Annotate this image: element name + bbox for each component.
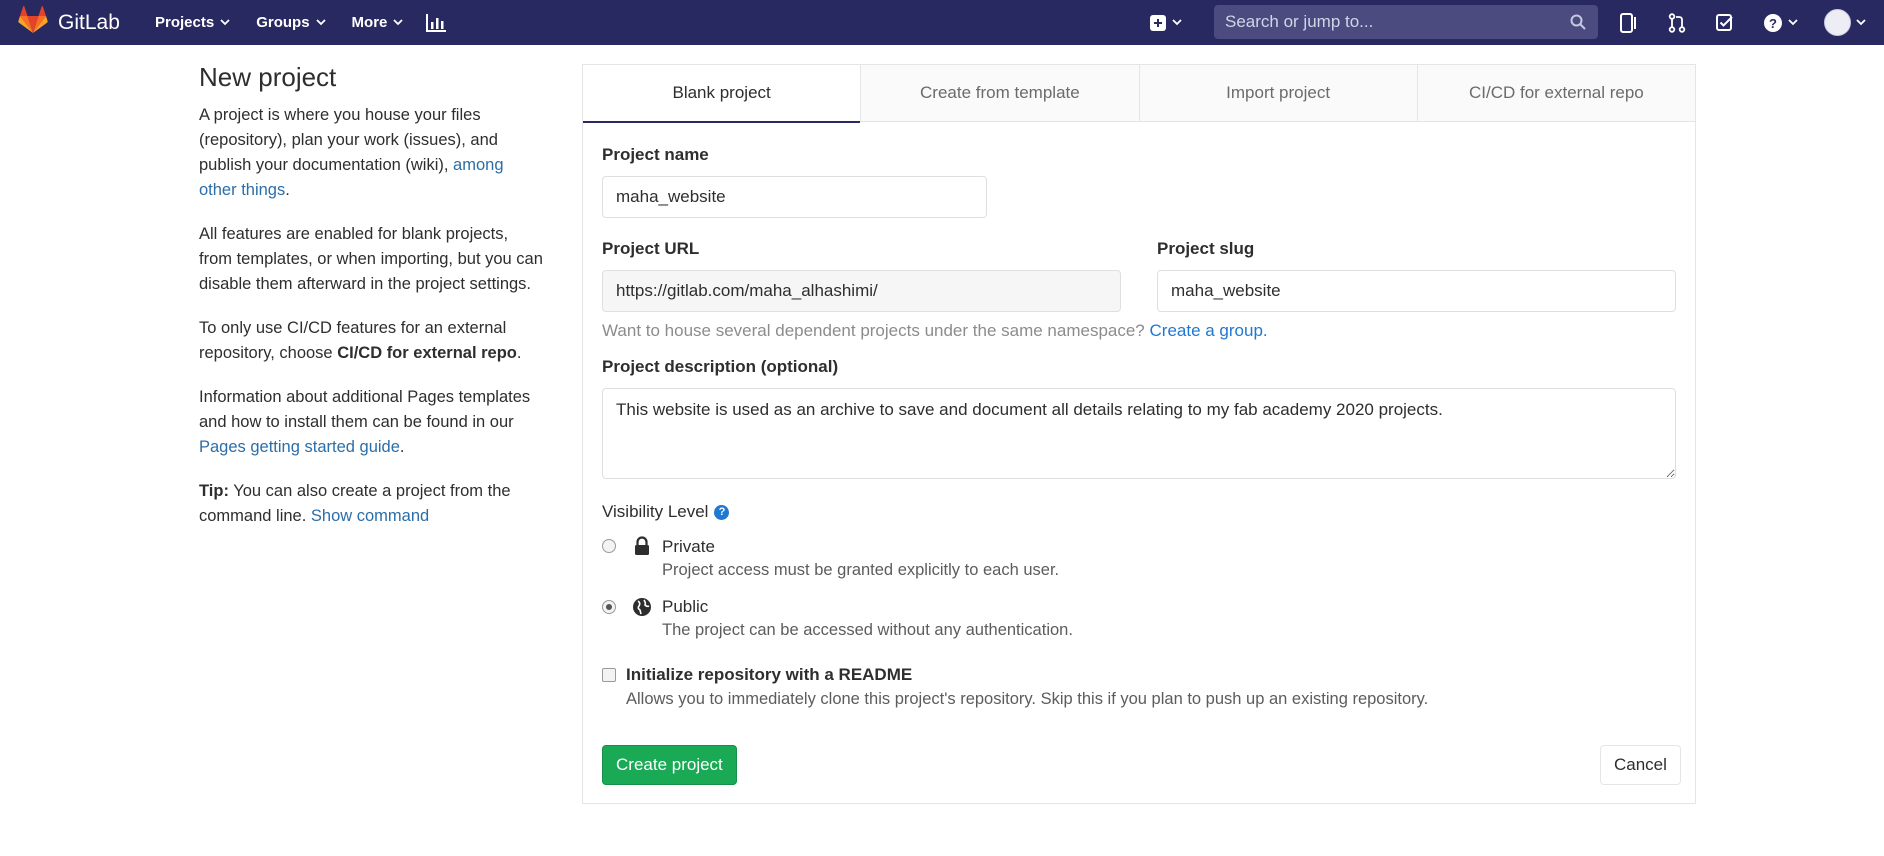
intro-column: New project A project is where you house… (199, 62, 544, 548)
chevron-down-icon (1172, 19, 1182, 26)
projects-dropdown-label: Projects (155, 14, 215, 31)
cicd-external-repo-emphasis: CI/CD for external repo (337, 344, 517, 362)
create-group-link[interactable]: Create a group. (1150, 321, 1268, 340)
cancel-button[interactable]: Cancel (1600, 745, 1681, 785)
gitlab-logo-icon (18, 6, 48, 39)
show-command-link[interactable]: Show command (311, 507, 429, 525)
groups-dropdown[interactable]: Groups (256, 14, 326, 31)
gitlab-home-link[interactable]: GitLab (18, 0, 120, 45)
tip-label: Tip: (199, 482, 229, 500)
namespace-help-text: Want to house several dependent projects… (602, 321, 1268, 341)
chevron-down-icon (1856, 19, 1866, 26)
svg-text:?: ? (1769, 16, 1777, 31)
visibility-private-radio[interactable] (602, 539, 616, 553)
issues-icon[interactable] (1618, 12, 1640, 34)
question-circle-icon[interactable]: ? (714, 504, 730, 520)
intro-paragraph-2: All features are enabled for blank proje… (199, 225, 543, 293)
project-name-input[interactable] (602, 176, 987, 218)
visibility-private-title: Private (662, 537, 715, 556)
navbar-right: ? (1150, 0, 1866, 45)
intro-paragraph-4: Information about additional Pages templ… (199, 385, 544, 460)
intro-text-end: . (285, 181, 290, 199)
project-description-label: Project description (optional) (602, 357, 839, 376)
groups-dropdown-label: Groups (256, 14, 310, 31)
tab-cicd-external-repo[interactable]: CI/CD for external repo (1416, 65, 1695, 121)
navbar-icon-group: ? (1618, 0, 1884, 45)
intro-text: Information about additional Pages templ… (199, 388, 531, 431)
visibility-public-radio[interactable] (602, 600, 616, 614)
lock-icon (635, 536, 649, 555)
new-item-dropdown[interactable] (1150, 14, 1182, 31)
create-project-button[interactable]: Create project (602, 745, 737, 785)
search-icon[interactable] (1570, 14, 1586, 30)
chevron-down-icon (1787, 19, 1798, 26)
tab-blank-project[interactable]: Blank project (583, 65, 861, 123)
visibility-private-desc: Project access must be granted explicitl… (662, 561, 1060, 579)
intro-paragraph-3: To only use CI/CD features for an extern… (199, 316, 544, 366)
question-circle-icon: ? (1763, 13, 1782, 32)
tab-create-from-template[interactable]: Create from template (860, 65, 1139, 121)
namespace-help: Want to house several dependent projects… (602, 321, 1150, 340)
chevron-down-icon (315, 19, 326, 26)
more-dropdown-label: More (351, 14, 388, 31)
more-dropdown[interactable]: More (352, 14, 404, 31)
project-type-tabs: Blank project Create from template Impor… (583, 65, 1695, 123)
project-name-label: Project name (602, 145, 709, 164)
intro-text-end: . (399, 438, 405, 456)
globe-icon (633, 598, 651, 616)
init-readme-label: Initialize repository with a README (626, 665, 913, 684)
visibility-public-title: Public (662, 597, 709, 616)
todos-icon[interactable] (1714, 12, 1736, 34)
project-slug-label: Project slug (1157, 239, 1255, 258)
pages-guide-link[interactable]: Pages getting started guide (199, 438, 400, 456)
help-dropdown[interactable]: ? (1762, 12, 1798, 34)
page-title: New project (199, 62, 337, 92)
intro-tip: Tip: You can also create a project from … (199, 479, 544, 529)
brand-name: GitLab (58, 10, 120, 34)
chevron-down-icon (220, 19, 230, 26)
search-input[interactable] (1214, 5, 1598, 39)
new-project-panel: Blank project Create from template Impor… (582, 64, 1696, 804)
search-box (1214, 5, 1598, 39)
project-description-textarea[interactable]: This website is used as an archive to sa… (602, 388, 1676, 479)
tab-import-project[interactable]: Import project (1138, 65, 1417, 121)
user-menu-dropdown[interactable] (1824, 9, 1866, 36)
plus-square-icon (1150, 14, 1166, 31)
activity-chart-icon[interactable] (425, 13, 447, 33)
visibility-public-desc: The project can be accessed without any … (662, 621, 1073, 639)
projects-dropdown[interactable]: Projects (155, 14, 230, 31)
avatar (1824, 9, 1851, 36)
init-readme-desc: Allows you to immediately clone this pro… (626, 690, 1429, 708)
main-nav-menu: Projects Groups More (155, 0, 447, 45)
project-url-input[interactable] (602, 270, 1121, 312)
visibility-level-label: Visibility Level ? (602, 502, 730, 522)
top-navbar: GitLab Projects Groups More Search or ju… (0, 0, 1884, 45)
intro-text-end: . (516, 344, 522, 362)
visibility-level-text: Visibility Level (602, 502, 709, 521)
init-readme-checkbox[interactable] (602, 668, 616, 682)
merge-requests-icon[interactable] (1666, 12, 1688, 34)
chevron-down-icon (393, 19, 404, 26)
intro-paragraph-1: A project is where you house your files … (199, 103, 544, 203)
project-url-label: Project URL (602, 239, 700, 258)
project-slug-input[interactable] (1157, 270, 1676, 312)
